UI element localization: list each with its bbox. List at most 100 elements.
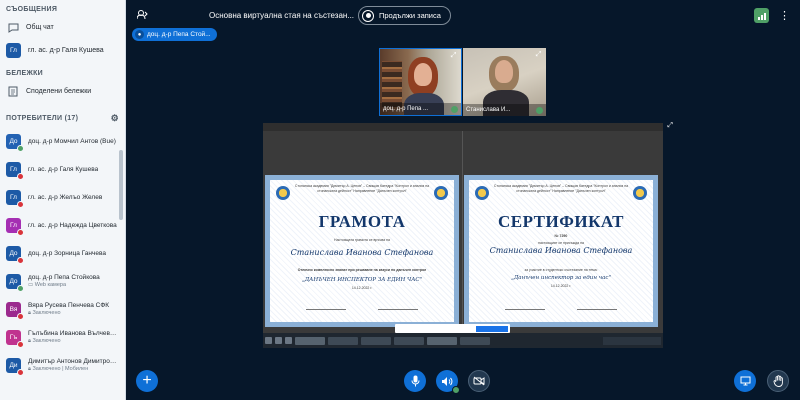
user-list-item[interactable]: Гл гл. ас. д-р Надежда Цветкова — [0, 211, 125, 239]
recording-button[interactable]: Продължи записа — [358, 6, 451, 25]
screenshare-button[interactable] — [734, 370, 756, 392]
private-chat-item[interactable]: Гл гл. ас. д-р Галя Кушева — [0, 39, 125, 62]
hand-icon — [773, 375, 783, 387]
sidebar: СЪОБЩЕНИЯ Общ чат Гл гл. ас. д-р Галя Ку… — [0, 0, 126, 400]
actions-button[interactable]: + — [136, 370, 158, 392]
certificate-topic: „ДАНЪЧЕН ИНСПЕКТОР ЗА ЕДИН ЧАС" — [301, 277, 423, 283]
audio-button[interactable] — [436, 370, 460, 394]
shared-notes-label: Споделени бележки — [26, 88, 92, 95]
sharing-notification — [395, 324, 510, 333]
status-dot — [17, 368, 24, 376]
shared-notes-item[interactable]: Споделени бележки — [0, 80, 125, 103]
user-name: доц. д-р Пепа Стойкова — [28, 274, 100, 281]
avatar: Гл — [6, 189, 24, 208]
certificate-text: за участие в студентско състезание на те… — [524, 268, 598, 272]
signature — [378, 300, 418, 310]
certificate-date: 14.12.2022 г. — [550, 284, 572, 288]
user-name: Вяра Русева Пенчева СФК — [28, 301, 110, 309]
speaker-icon — [442, 376, 453, 386]
status-dot — [17, 256, 24, 264]
user-list-item[interactable]: Гъ Гълъбина Иванова Вълчева ... 🔒︎ Заключ… — [0, 323, 125, 351]
user-name: гл. ас. д-р Желъо Желев — [28, 193, 103, 201]
webcam-label: доц. д-р Пепа ... — [380, 103, 461, 115]
avatar: До — [6, 133, 24, 152]
expand-icon[interactable]: ⤢ — [534, 51, 543, 60]
certificate-recipient: Станислава Иванова Стефанова — [489, 246, 633, 255]
messages-section-title: СЪОБЩЕНИЯ — [6, 6, 58, 13]
webcam-label: Станислава И... — [463, 104, 546, 116]
notes-section-title: БЕЛЕЖКИ — [6, 70, 44, 77]
record-icon — [362, 9, 374, 22]
user-status: ▭ Web камера — [28, 282, 67, 288]
webcam-button[interactable] — [468, 370, 490, 392]
certificate-topic: „Данъчен инспектор за един час" — [510, 275, 612, 281]
certificate-recipient: Станислава Иванова Стефанова — [290, 248, 434, 257]
certificate-title: СЕРТИФИКАТ — [497, 212, 625, 231]
user-list-item[interactable]: Гл гл. ас. д-р Галя Кушева — [0, 155, 125, 183]
status-dot — [17, 172, 24, 180]
webcam-tile[interactable]: ⤢ Станислава И... — [463, 48, 546, 116]
presenter-badge[interactable]: ● доц. д-р Пепа Стой... — [132, 28, 217, 41]
public-chat-item[interactable]: Общ чат — [0, 16, 125, 39]
connection-status-icon[interactable] — [754, 8, 769, 23]
user-name: доц. д-р Момчил Антов (Bue) — [28, 137, 116, 145]
avatar: Гъ — [6, 329, 24, 348]
status-dot — [17, 200, 24, 208]
meeting-title: Основна виртуална стая на състезан... — [209, 11, 355, 20]
toggle-userlist-icon[interactable] — [132, 9, 152, 23]
signature — [306, 300, 346, 310]
certificate-number: № 7290 — [554, 234, 568, 238]
status-dot — [17, 144, 24, 152]
gear-icon[interactable]: ⚙ — [111, 113, 119, 124]
user-list: До доц. д-р Момчил Антов (Bue) Гл гл. ас… — [0, 127, 125, 379]
avatar: До — [6, 245, 24, 264]
shared-taskbar — [263, 333, 663, 348]
user-list-item[interactable]: До доц. д-р Пепа Стойкова ▭ Web камера — [0, 267, 125, 295]
avatar: Гл — [6, 161, 24, 180]
user-list-scrollbar[interactable] — [119, 150, 123, 220]
notes-icon — [6, 85, 20, 99]
fullscreen-icon[interactable]: ⤢ — [667, 122, 673, 130]
user-status: 🔒︎ Заключено — [28, 337, 61, 344]
microphone-icon: ● — [135, 30, 144, 39]
public-chat-label: Общ чат — [26, 24, 54, 31]
microphone-icon — [536, 106, 543, 114]
user-name: Димитър Антонов Димитров ... — [28, 357, 119, 365]
certificate-text: Настоящата грамота се връчва на — [334, 238, 390, 242]
screenshare-area[interactable]: ⤢ Стопанска академия "Димитър А. Ценов" … — [263, 122, 673, 348]
expand-icon[interactable]: ⤢ — [449, 52, 458, 61]
user-list-item[interactable]: Гл гл. ас. д-р Желъо Желев — [0, 183, 125, 211]
webcam-tile[interactable]: ⤢ доц. д-р Пепа ... — [379, 48, 462, 116]
certificate-gramota: Стопанска академия "Димитър А. Ценов" – … — [265, 175, 459, 327]
microphone-icon — [451, 105, 458, 113]
windows-start-icon — [265, 337, 272, 344]
user-name: Гълъбина Иванова Вълчева ... — [28, 329, 119, 337]
desktop-icon — [740, 376, 750, 386]
certificate-header: Стопанска академия "Димитър А. Ценов" – … — [493, 184, 629, 193]
presenter-name: доц. д-р Пепа Стой... — [147, 31, 211, 38]
avatar: Ди — [6, 357, 24, 376]
certificate-text: Отлично комплексно знание при решаване н… — [297, 268, 427, 272]
avatar: Гл — [6, 43, 21, 58]
options-menu-icon[interactable]: ⋮ — [779, 9, 790, 22]
private-chat-label: гл. ас. д-р Галя Кушева — [28, 47, 104, 54]
audio-status-dot — [452, 386, 460, 394]
users-section-title: ПОТРЕБИТЕЛИ (17) ⚙ — [6, 113, 119, 124]
avatar: До — [6, 273, 24, 292]
status-dot — [17, 284, 24, 292]
avatar: Вя — [6, 301, 24, 320]
user-list-item[interactable]: До доц. д-р Момчил Антов (Bue) — [0, 127, 125, 155]
webcam-video — [382, 61, 402, 107]
stop-sharing-button — [476, 325, 508, 332]
mute-button[interactable] — [404, 370, 426, 392]
certificate-sertifikat: Стопанска академия "Димитър А. Ценов" – … — [464, 175, 658, 327]
user-list-item[interactable]: Вя Вяра Русева Пенчева СФК 🔒︎ Заключено — [0, 295, 125, 323]
user-list-item[interactable]: До доц. д-р Зорница Ганчева — [0, 239, 125, 267]
raise-hand-button[interactable] — [767, 370, 789, 392]
user-list-item[interactable]: Ди Димитър Антонов Димитров ... 🔒︎ Заключ… — [0, 351, 125, 379]
user-name: гл. ас. д-р Галя Кушева — [28, 165, 99, 173]
certificate-text: настоящият се присъжда на — [538, 241, 584, 245]
image-viewer-area: Стопанска академия "Димитър А. Ценов" – … — [263, 131, 663, 333]
user-name: гл. ас. д-р Надежда Цветкова — [28, 221, 117, 229]
shared-window-titlebar — [263, 123, 663, 131]
